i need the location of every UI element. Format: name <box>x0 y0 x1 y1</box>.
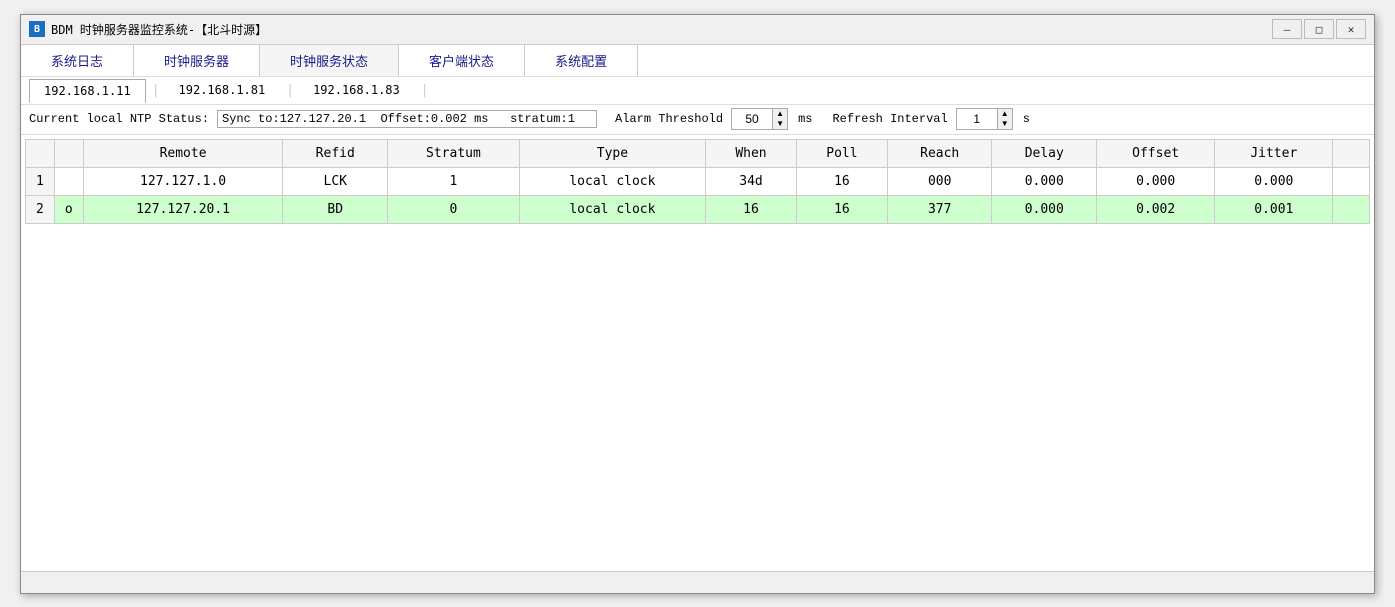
col-header-reach: Reach <box>887 139 992 167</box>
cell-jitter: 0.001 <box>1215 195 1333 223</box>
col-header-flag <box>54 139 83 167</box>
tab-ip3[interactable]: 192.168.1.83 <box>298 78 415 102</box>
tab-ip1[interactable]: 192.168.1.11 <box>29 79 146 103</box>
menu-item-clockserver[interactable]: 时钟服务器 <box>134 45 260 76</box>
cell-offset: 0.002 <box>1097 195 1215 223</box>
refresh-interval-spinner-buttons: ▲ ▼ <box>997 109 1012 129</box>
tab-sep1: | <box>152 83 160 98</box>
alarm-threshold-down-button[interactable]: ▼ <box>773 119 787 129</box>
cell-offset: 0.000 <box>1097 167 1215 195</box>
title-bar: B BDM 时钟服务器监控系统-【北斗时源】 — □ ✕ <box>21 15 1374 45</box>
close-button[interactable]: ✕ <box>1336 19 1366 39</box>
cell-refid: BD <box>283 195 388 223</box>
refresh-interval-label: Refresh Interval <box>832 112 947 126</box>
cell-remote: 127.127.1.0 <box>83 167 283 195</box>
table-row: 2o127.127.20.1BD0local clock16163770.000… <box>26 195 1370 223</box>
col-header-num <box>26 139 55 167</box>
table-row: 1127.127.1.0LCK1local clock34d160000.000… <box>26 167 1370 195</box>
cell-when: 34d <box>706 167 797 195</box>
col-header-refid: Refid <box>283 139 388 167</box>
menu-item-clockstatus[interactable]: 时钟服务状态 <box>260 45 399 76</box>
menu-item-syslog[interactable]: 系统日志 <box>21 45 134 76</box>
menu-item-sysconfig[interactable]: 系统配置 <box>525 45 638 76</box>
ntp-table: Remote Refid Stratum Type When Poll Reac… <box>25 139 1370 224</box>
col-header-delay: Delay <box>992 139 1097 167</box>
alarm-unit-label: ms <box>798 112 812 126</box>
cell-delay: 0.000 <box>992 195 1097 223</box>
tab-sep3: | <box>421 83 429 98</box>
col-header-stratum: Stratum <box>388 139 520 167</box>
cell-when: 16 <box>706 195 797 223</box>
cell-stratum: 1 <box>388 167 520 195</box>
app-icon: B <box>29 21 45 37</box>
refresh-unit-label: s <box>1023 112 1030 126</box>
col-header-poll: Poll <box>796 139 887 167</box>
alarm-threshold-spinner[interactable]: ▲ ▼ <box>731 108 788 130</box>
table-header-row: Remote Refid Stratum Type When Poll Reac… <box>26 139 1370 167</box>
refresh-interval-up-button[interactable]: ▲ <box>998 109 1012 119</box>
menu-bar: 系统日志 时钟服务器 时钟服务状态 客户端状态 系统配置 <box>21 45 1374 77</box>
menu-item-clientstatus[interactable]: 客户端状态 <box>399 45 525 76</box>
minimize-button[interactable]: — <box>1272 19 1302 39</box>
col-header-remote: Remote <box>83 139 283 167</box>
bottom-bar <box>21 571 1374 593</box>
cell-num: 1 <box>26 167 55 195</box>
current-ntp-value[interactable] <box>217 110 597 128</box>
tab-ip2[interactable]: 192.168.1.81 <box>164 78 281 102</box>
tab-bar: 192.168.1.11 | 192.168.1.81 | 192.168.1.… <box>21 77 1374 105</box>
alarm-threshold-up-button[interactable]: ▲ <box>773 109 787 119</box>
cell-extra <box>1333 167 1370 195</box>
cell-poll: 16 <box>796 195 887 223</box>
cell-type: local clock <box>519 195 705 223</box>
cell-refid: LCK <box>283 167 388 195</box>
cell-flag: o <box>54 195 83 223</box>
cell-type: local clock <box>519 167 705 195</box>
status-bar: Current local NTP Status: Alarm Threshol… <box>21 105 1374 135</box>
col-header-type: Type <box>519 139 705 167</box>
current-ntp-label: Current local NTP Status: <box>29 112 209 126</box>
cell-jitter: 0.000 <box>1215 167 1333 195</box>
col-header-offset: Offset <box>1097 139 1215 167</box>
window-title: BDM 时钟服务器监控系统-【北斗时源】 <box>51 21 1272 38</box>
cell-stratum: 0 <box>388 195 520 223</box>
refresh-interval-input[interactable] <box>957 111 997 127</box>
cell-flag <box>54 167 83 195</box>
restore-button[interactable]: □ <box>1304 19 1334 39</box>
col-header-extra <box>1333 139 1370 167</box>
tab-sep2: | <box>286 83 294 98</box>
col-header-when: When <box>706 139 797 167</box>
cell-poll: 16 <box>796 167 887 195</box>
col-header-jitter: Jitter <box>1215 139 1333 167</box>
cell-num: 2 <box>26 195 55 223</box>
refresh-interval-down-button[interactable]: ▼ <box>998 119 1012 129</box>
cell-reach: 000 <box>887 167 992 195</box>
cell-delay: 0.000 <box>992 167 1097 195</box>
cell-extra <box>1333 195 1370 223</box>
ntp-table-area: Remote Refid Stratum Type When Poll Reac… <box>21 135 1374 571</box>
alarm-threshold-label: Alarm Threshold <box>615 112 723 126</box>
window-controls: — □ ✕ <box>1272 19 1366 39</box>
refresh-interval-spinner[interactable]: ▲ ▼ <box>956 108 1013 130</box>
alarm-threshold-spinner-buttons: ▲ ▼ <box>772 109 787 129</box>
main-window: B BDM 时钟服务器监控系统-【北斗时源】 — □ ✕ 系统日志 时钟服务器 … <box>20 14 1375 594</box>
cell-reach: 377 <box>887 195 992 223</box>
alarm-threshold-input[interactable] <box>732 111 772 127</box>
cell-remote: 127.127.20.1 <box>83 195 283 223</box>
